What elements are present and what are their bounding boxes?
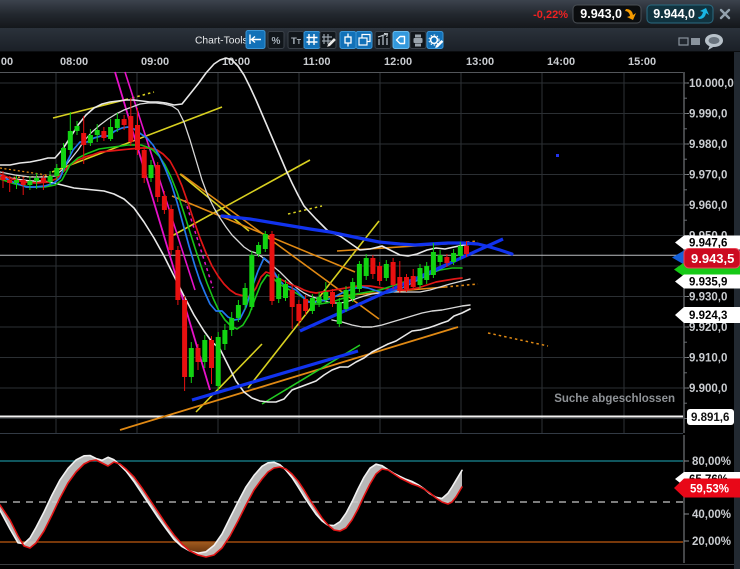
svg-text:9.943,0: 9.943,0 [580, 7, 622, 21]
svg-text:9.891,6: 9.891,6 [691, 412, 729, 424]
svg-text:9.943,5: 9.943,5 [691, 251, 734, 266]
svg-text:13:00: 13:00 [466, 56, 494, 68]
svg-text:09:00: 09:00 [141, 56, 169, 68]
svg-text:9.930,0: 9.930,0 [689, 292, 727, 304]
svg-text:20,00%: 20,00% [692, 536, 731, 548]
svg-text:9.980,0: 9.980,0 [689, 139, 727, 151]
svg-text:11:00: 11:00 [303, 56, 331, 68]
svg-text:9.935,9: 9.935,9 [689, 277, 727, 289]
svg-text:9.924,3: 9.924,3 [689, 310, 727, 322]
svg-text:9.960,0: 9.960,0 [689, 200, 727, 212]
svg-text:15:00: 15:00 [628, 56, 656, 68]
svg-text:9.944,0: 9.944,0 [653, 7, 695, 21]
svg-text:9.920,0: 9.920,0 [689, 322, 727, 334]
svg-text:59,53%: 59,53% [690, 484, 729, 496]
svg-text:80,00%: 80,00% [692, 456, 731, 468]
svg-text:9.910,0: 9.910,0 [689, 353, 727, 365]
svg-text:08:00: 08:00 [60, 56, 88, 68]
svg-text:Chart-Tools: Chart-Tools [195, 36, 248, 47]
svg-text:Suche abgeschlossen: Suche abgeschlossen [554, 393, 675, 405]
svg-text:07:00: 07:00 [0, 56, 13, 68]
svg-text:%: % [272, 36, 281, 47]
svg-text:12:00: 12:00 [384, 56, 412, 68]
svg-text:9.990,0: 9.990,0 [689, 109, 727, 121]
svg-text:40,00%: 40,00% [692, 509, 731, 521]
svg-text:9.947,6: 9.947,6 [689, 238, 727, 250]
svg-text:-0,22%: -0,22% [533, 9, 568, 21]
svg-text:9.900,0: 9.900,0 [689, 383, 727, 395]
svg-text:10.000,0: 10.000,0 [689, 78, 734, 90]
svg-text:14:00: 14:00 [547, 56, 575, 68]
svg-text:9.970,0: 9.970,0 [689, 170, 727, 182]
